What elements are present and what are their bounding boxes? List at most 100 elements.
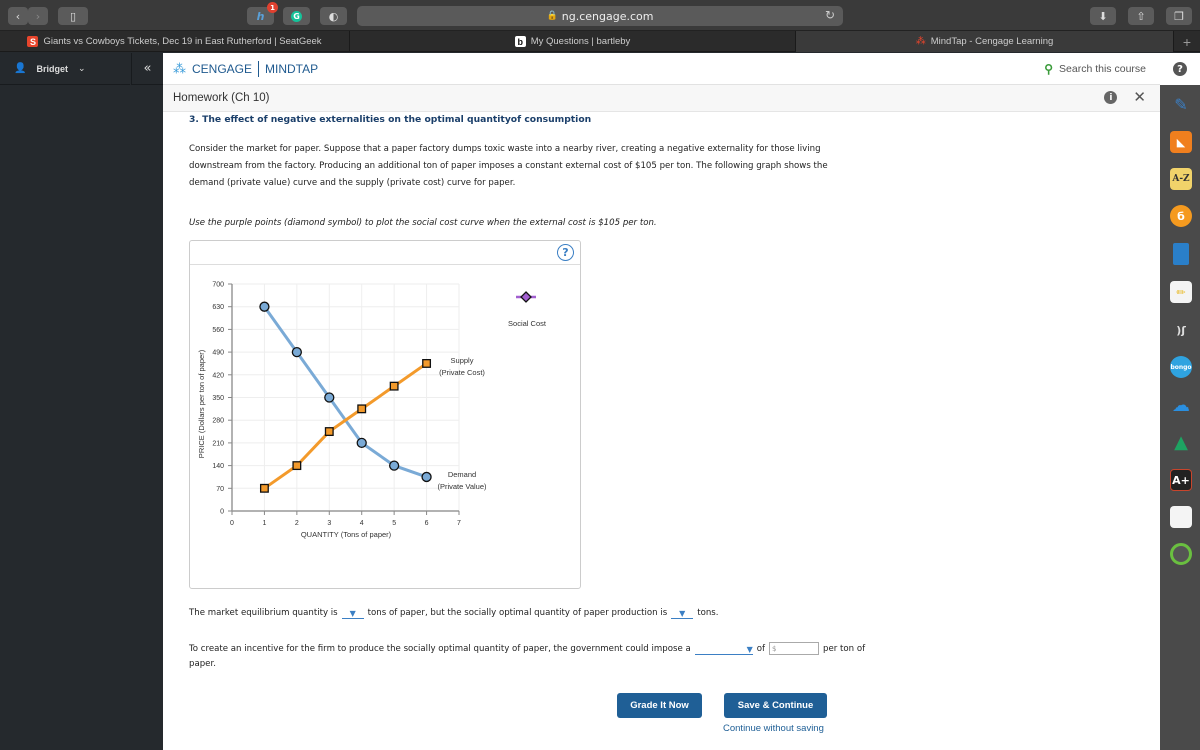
url-text: ng.cengage.com <box>561 9 654 23</box>
save-and-continue-button[interactable]: Save & Continue <box>724 693 827 718</box>
close-icon[interactable]: ✕ <box>1133 90 1146 105</box>
bongo-icon[interactable]: bongo <box>1170 356 1192 378</box>
book-icon[interactable] <box>1173 243 1189 265</box>
brand-mindtap: MINDTAP <box>265 62 319 76</box>
amount-input[interactable]: $ <box>769 642 820 655</box>
tab-label: Giants vs Cowboys Tickets, Dec 19 in Eas… <box>43 36 322 47</box>
shield-extension-icon[interactable]: ◐ <box>320 7 347 25</box>
a-z-icon[interactable]: A-Z <box>1170 168 1192 190</box>
question-text: paper. <box>189 659 216 669</box>
tab-mindtap[interactable]: ⁂ MindTap - Cengage Learning <box>796 31 1174 52</box>
new-tab-button[interactable]: + <box>1174 31 1200 52</box>
tab-seatgeek[interactable]: S Giants vs Cowboys Tickets, Dec 19 in E… <box>0 31 350 52</box>
user-menu[interactable]: 👤 Bridget ⌄ <box>0 53 130 85</box>
onedrive-icon[interactable]: ☁ <box>1170 394 1192 416</box>
collapse-sidebar-button[interactable]: « <box>131 53 163 85</box>
cengage-logo-icon: ⁂ <box>173 61 186 76</box>
search-label: Search this course <box>1059 63 1146 75</box>
mindtap-favicon-icon: ⁂ <box>915 36 926 47</box>
question-text: tons. <box>697 608 719 618</box>
back-button[interactable]: ‹ <box>8 7 28 25</box>
seatgeek-favicon-icon: S <box>27 36 39 47</box>
x-tick-label: 4 <box>360 520 364 527</box>
y-tick-label: 210 <box>212 440 224 447</box>
honey-extension-icon[interactable]: h 1 <box>247 2 278 25</box>
read-speaker-icon[interactable]: )ʃ <box>1170 319 1192 341</box>
supply-point[interactable] <box>292 461 302 471</box>
activity-panel: Homework (Ch 10) i ✕ 3. The effect of ne… <box>163 85 1160 750</box>
x-tick-label: 6 <box>425 520 429 527</box>
socially-optimal-dropdown[interactable]: ▼ <box>671 607 694 619</box>
reload-icon[interactable]: ↻ <box>825 8 835 22</box>
question-paragraph: Consider the market for paper. Suppose t… <box>189 144 828 188</box>
market-equilibrium-dropdown[interactable]: ▼ <box>341 607 364 619</box>
grade-it-now-button[interactable]: Grade It Now <box>617 693 702 718</box>
tab-bartleby[interactable]: b My Questions | bartleby <box>350 31 796 52</box>
policy-type-dropdown[interactable]: ▼ <box>694 643 753 655</box>
sidebar-toggle-button[interactable]: ▯ <box>58 7 88 25</box>
supply-point[interactable] <box>259 483 269 493</box>
downloads-button[interactable]: ⬇ <box>1090 7 1116 25</box>
aplus-icon[interactable]: A+ <box>1170 469 1192 491</box>
notebook-icon[interactable]: ✏ <box>1170 281 1192 303</box>
supply-point[interactable] <box>422 359 432 368</box>
help-button[interactable]: ? <box>1160 53 1200 85</box>
search-course[interactable]: ⚲ Search this course <box>1044 62 1146 76</box>
question-text: of <box>756 643 766 654</box>
social-cost-label: Social Cost <box>508 319 547 328</box>
dropdown-arrow-icon: ▼ <box>679 609 686 618</box>
progress-icon[interactable] <box>1170 543 1192 565</box>
x-tick-label: 7 <box>457 520 461 527</box>
y-tick-label: 700 <box>212 282 224 289</box>
graph-toolbar: ? <box>190 241 580 265</box>
supply-point[interactable] <box>357 404 367 414</box>
x-tick-label: 1 <box>262 520 266 527</box>
demand-label-line2: (Private Value) <box>437 482 487 491</box>
highlighter-icon[interactable]: ✎ <box>1170 93 1192 115</box>
demand-point[interactable] <box>421 471 432 483</box>
bartleby-favicon-icon: b <box>514 36 526 47</box>
lock-icon: 🔒 <box>546 11 558 21</box>
y-tick-label: 140 <box>212 463 224 470</box>
demand-point[interactable] <box>291 346 303 358</box>
question-text: To create an incentive for the firm to p… <box>189 643 691 654</box>
forward-button[interactable]: › <box>28 7 48 25</box>
demand-label-line1: Demand <box>448 470 476 479</box>
dropdown-arrow-icon: ▼ <box>746 644 753 654</box>
social-cost-diamond-icon[interactable] <box>520 291 532 303</box>
user-icon: 👤 <box>14 63 27 74</box>
grammarly-extension-icon[interactable]: G <box>283 7 310 25</box>
flashcards-icon[interactable] <box>1170 506 1192 528</box>
demand-point[interactable] <box>324 392 335 403</box>
info-icon[interactable]: i <box>1104 91 1118 104</box>
graph-help-icon[interactable]: ? <box>557 244 574 261</box>
social-cost-palette-tool[interactable]: Social Cost <box>508 291 547 328</box>
extension-badge: 1 <box>267 2 278 13</box>
activity-title: Homework (Ch 10) <box>173 92 270 104</box>
cengage-mindtap-logo[interactable]: ⁂ CENGAGE MINDTAP <box>173 61 318 77</box>
google-drive-icon[interactable]: ▲ <box>1170 431 1192 453</box>
demand-point[interactable] <box>388 460 400 471</box>
graph-container: ? 0 70 140 210 280 350 420 490 560 630 700 0 1 2 3 4 5 6 7… <box>189 240 581 589</box>
supply-point[interactable] <box>389 381 399 391</box>
address-bar[interactable]: 🔒 ng.cengage.com ↻ <box>357 6 843 26</box>
x-tick-label: 2 <box>295 520 299 527</box>
tab-bar: S Giants vs Cowboys Tickets, Dec 19 in E… <box>0 31 1200 52</box>
tab-label: My Questions | bartleby <box>530 36 631 47</box>
tabs-overview-button[interactable]: ❐ <box>1166 7 1192 25</box>
demand-point[interactable] <box>259 301 270 312</box>
continue-without-saving-link[interactable]: Continue without saving <box>723 723 824 734</box>
app-dock: ✎ ◣ A-Z б ✏ )ʃ bongo ☁ ▲ A+ <box>1160 85 1200 750</box>
brand-cengage: CENGAGE <box>192 62 253 76</box>
logo-divider <box>258 61 260 77</box>
y-axis-label: PRICE (Dollars per ton of paper) <box>197 349 206 458</box>
search-icon: ⚲ <box>1044 62 1054 76</box>
demand-curve-line <box>263 305 428 479</box>
supply-label-line2: (Private Cost) <box>439 368 485 377</box>
demand-point[interactable] <box>356 437 367 449</box>
supply-point[interactable] <box>324 427 334 436</box>
supply-demand-chart[interactable]: 0 70 140 210 280 350 420 490 560 630 700 0 1 2 3 4 5 6 7 Q… <box>190 266 580 586</box>
share-button[interactable]: ⇧ <box>1128 7 1154 25</box>
rss-icon[interactable]: ◣ <box>1170 131 1192 153</box>
b-circle-icon[interactable]: б <box>1170 205 1192 227</box>
